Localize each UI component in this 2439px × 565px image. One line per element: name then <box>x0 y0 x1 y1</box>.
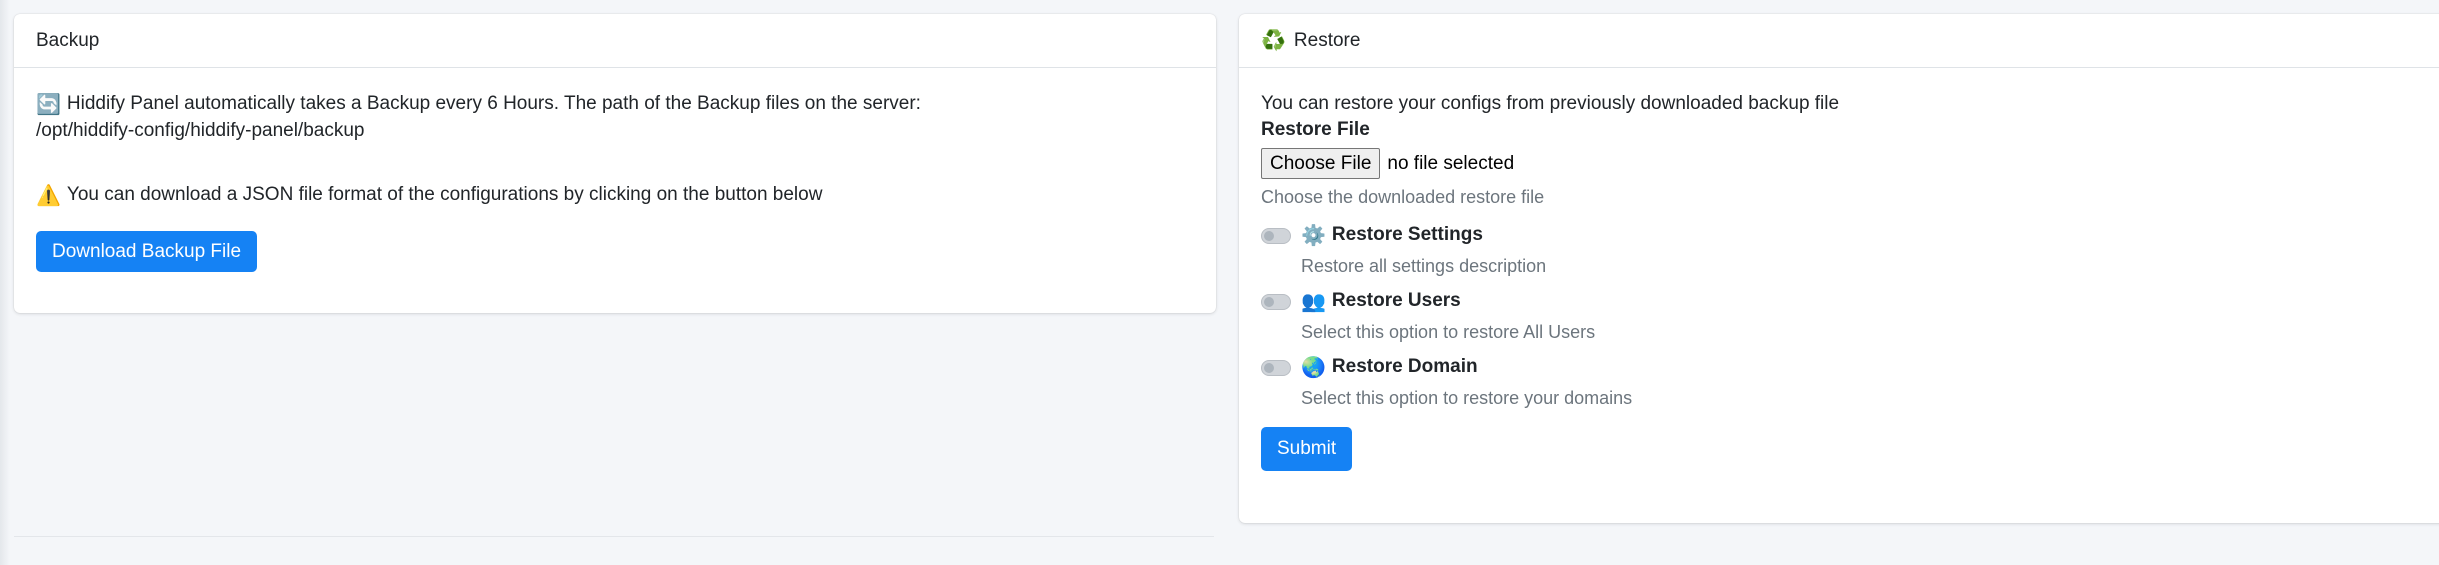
restore-card-body: You can restore your configs from previo… <box>1239 91 2439 471</box>
restore-card-header: ♻️ Restore <box>1239 14 2439 68</box>
choose-file-button[interactable]: Choose File <box>1261 148 1381 179</box>
restore-domain-label[interactable]: Restore Domain <box>1332 356 1478 377</box>
sidebar-edge <box>0 0 10 565</box>
restore-users-label[interactable]: Restore Users <box>1332 290 1461 311</box>
restore-domain-description: Select this option to restore your domai… <box>1301 388 1633 408</box>
restore-settings-label[interactable]: Restore Settings <box>1332 224 1483 245</box>
file-status: no file selected <box>1387 152 1515 174</box>
backup-warning: ⚠️ You can download a JSON file format of… <box>36 182 1194 209</box>
backup-info-line1: Hiddify Panel automatically takes a Back… <box>66 93 921 114</box>
restore-users-description: Select this option to restore All Users <box>1301 322 1596 342</box>
submit-button[interactable]: Submit <box>1261 427 1353 471</box>
file-help-text: Choose the downloaded restore file <box>1261 187 1545 207</box>
backup-card-header: Backup <box>14 14 1216 68</box>
restore-option-settings: ⚙️ Restore Settings Restore all settings … <box>1261 223 2437 278</box>
toggle-knob <box>1264 230 1274 241</box>
footer-divider <box>14 536 1214 537</box>
download-backup-button[interactable]: Download Backup File <box>36 231 258 272</box>
backup-path: /opt/hiddify-config/hiddify-panel/backup <box>36 120 365 141</box>
backup-card: Backup 🔄 Hiddify Panel automatically take… <box>14 14 1216 313</box>
toggle-knob <box>1264 296 1274 307</box>
backup-title: Backup <box>36 29 100 51</box>
backup-warning-text: You can download a JSON file format of t… <box>66 184 823 205</box>
restore-domain-toggle[interactable] <box>1261 359 1291 376</box>
toggle-knob <box>1264 362 1274 373</box>
gear-icon: ⚙️ <box>1301 225 1326 247</box>
globe-icon: 🌏 <box>1301 357 1326 379</box>
file-input[interactable]: Choose File no file selected <box>1261 148 2437 179</box>
restore-file-label: Restore File <box>1261 119 1370 140</box>
restore-option-users: 👥 Restore Users Select this option to res… <box>1261 289 2437 344</box>
backup-info: 🔄 Hiddify Panel automatically takes a Bac… <box>36 91 1194 118</box>
restore-option-domain: 🌏 Restore Domain Select this option to re… <box>1261 355 2437 410</box>
restore-settings-description: Restore all settings description <box>1301 256 1547 276</box>
recycle-icon: ♻️ <box>1261 29 1286 52</box>
restore-settings-toggle[interactable] <box>1261 227 1291 244</box>
restore-users-toggle[interactable] <box>1261 293 1291 310</box>
backup-card-body: 🔄 Hiddify Panel automatically takes a Bac… <box>14 91 1216 272</box>
restore-intro: You can restore your configs from previo… <box>1261 93 1840 114</box>
warning-icon: ⚠️ <box>36 185 61 207</box>
users-icon: 👥 <box>1301 291 1326 313</box>
restore-card: ♻️ Restore You can restore your configs … <box>1239 14 2439 523</box>
sync-icon: 🔄 <box>36 94 61 116</box>
restore-title: Restore <box>1293 29 1361 51</box>
